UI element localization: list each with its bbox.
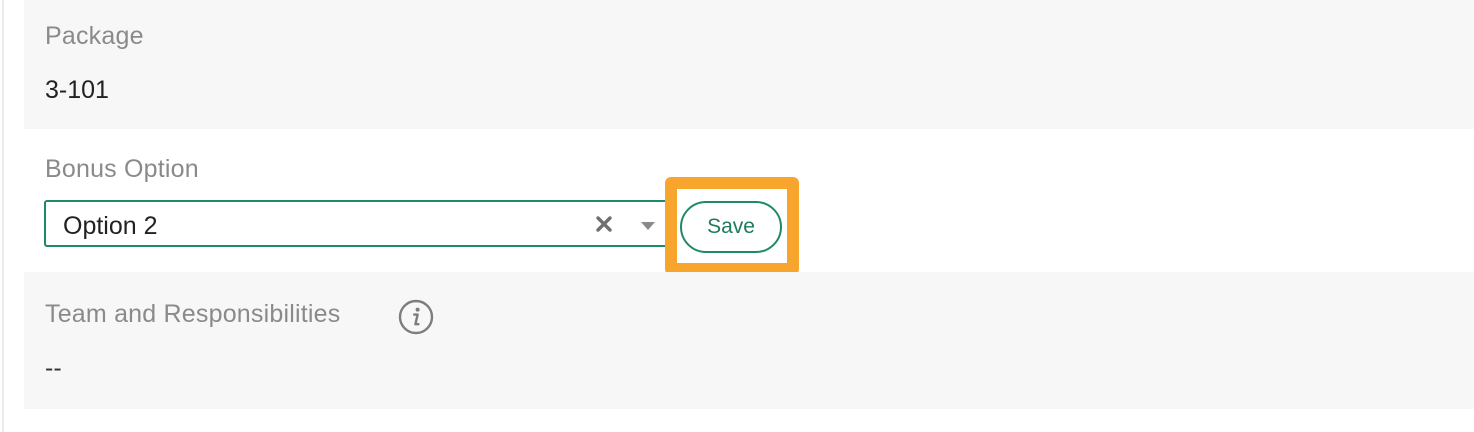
save-button[interactable]: Save (680, 201, 782, 253)
left-divider (2, 0, 4, 432)
package-row: Package 3-101 (24, 0, 1474, 129)
close-icon[interactable] (593, 213, 615, 235)
package-label: Package (45, 22, 144, 50)
bonus-option-select[interactable]: Option 2 (44, 200, 668, 247)
team-responsibilities-label: Team and Responsibilities (45, 300, 341, 328)
bonus-option-label: Bonus Option (45, 155, 199, 183)
team-responsibilities-row: Team and Responsibilities -- (24, 272, 1474, 409)
bonus-option-selected-value: Option 2 (63, 212, 158, 240)
bonus-option-row: Bonus Option Option 2 Save (24, 129, 1474, 275)
team-responsibilities-value: -- (45, 354, 62, 382)
caret-down-icon[interactable] (639, 220, 657, 232)
package-value: 3-101 (45, 76, 109, 104)
info-icon[interactable] (398, 299, 434, 335)
page: Package 3-101 Bonus Option Option 2 Save… (0, 0, 1474, 432)
